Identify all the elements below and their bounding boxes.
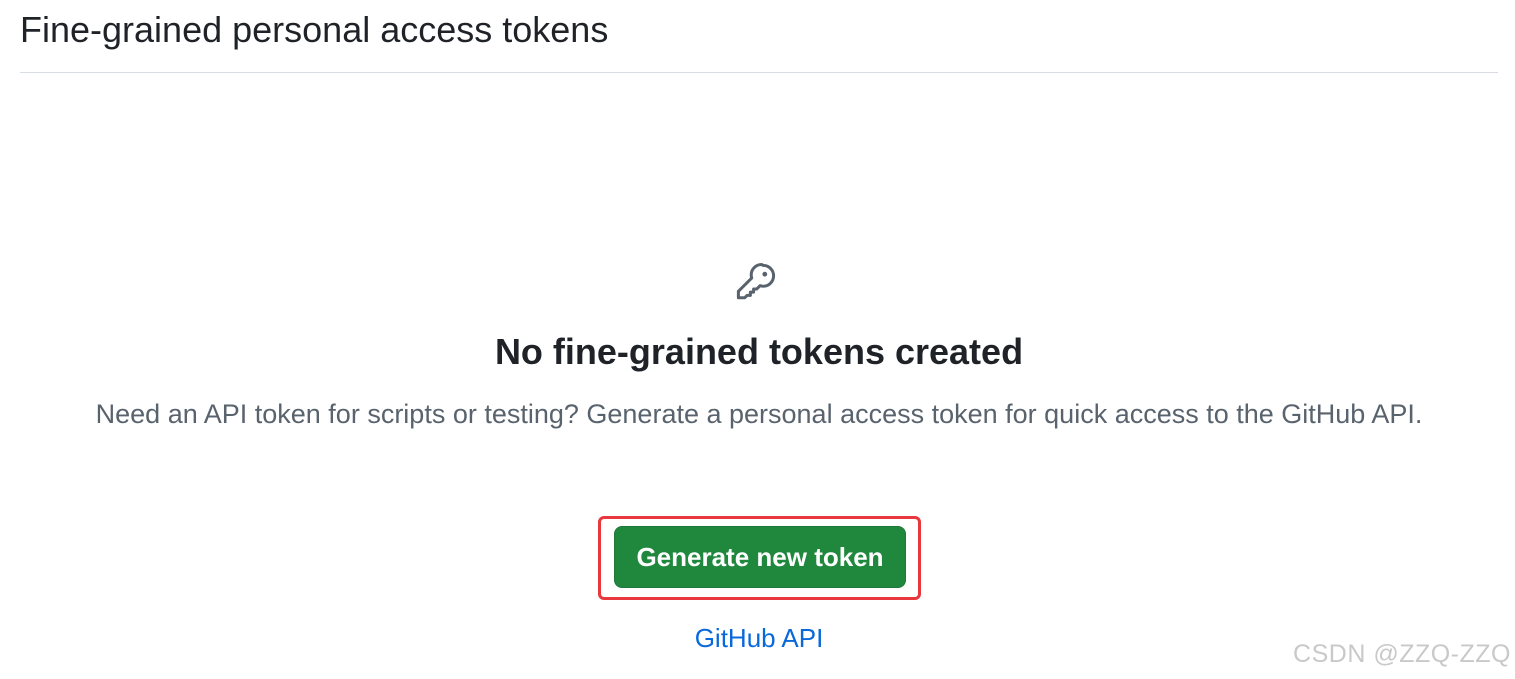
- generate-new-token-button[interactable]: Generate new token: [614, 526, 906, 588]
- page-header: Fine-grained personal access tokens: [20, 0, 1498, 73]
- key-icon: [736, 262, 776, 300]
- watermark: CSDN @ZZQ-ZZQ: [1293, 640, 1511, 668]
- empty-state: No fine-grained tokens created Need an A…: [20, 73, 1498, 679]
- github-api-link[interactable]: GitHub API: [20, 621, 1498, 655]
- empty-state-heading: No fine-grained tokens created: [494, 331, 1024, 372]
- page: Fine-grained personal access tokens No f…: [0, 0, 1515, 679]
- page-title: Fine-grained personal access tokens: [20, 9, 609, 50]
- empty-state-description: Need an API token for scripts or testing…: [95, 399, 1423, 429]
